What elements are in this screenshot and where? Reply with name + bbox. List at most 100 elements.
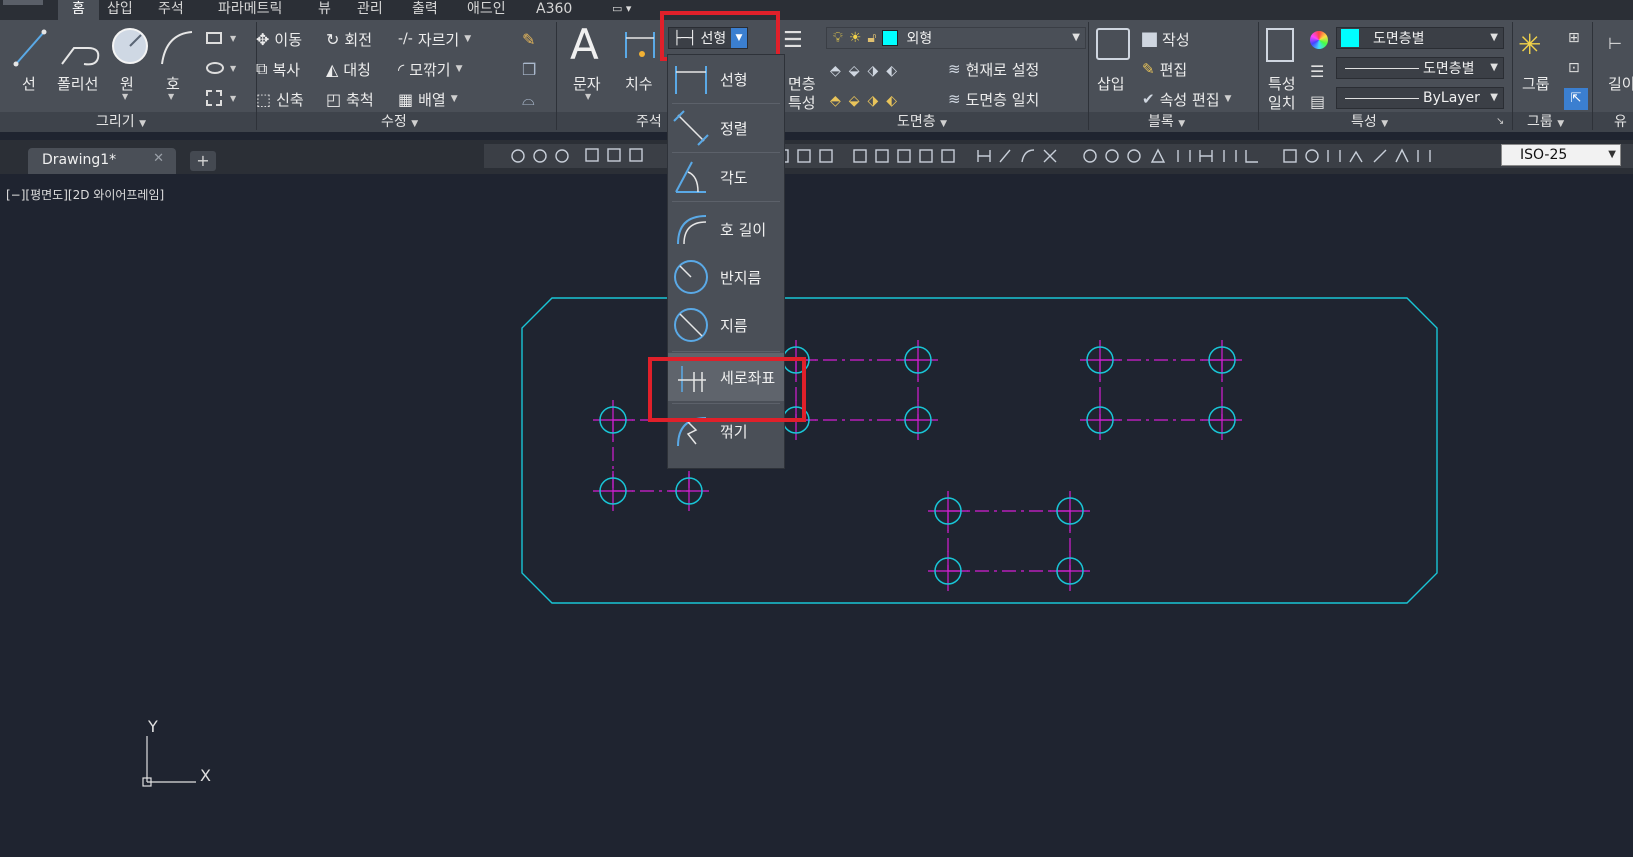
group-edit-icon[interactable]: ⊡ bbox=[1568, 60, 1580, 76]
properties-panel-title[interactable]: 특성 ▼ bbox=[1351, 112, 1388, 132]
menu-item-arc-length[interactable]: 호 길이 bbox=[668, 205, 784, 253]
edit-block-icon: ✎ bbox=[1142, 60, 1155, 78]
menu-item-angular[interactable]: 각도 bbox=[668, 153, 784, 201]
match-properties-label-2[interactable]: 일치 bbox=[1268, 92, 1296, 113]
drawing-canvas[interactable]: Y X bbox=[0, 174, 1633, 857]
measure-icon[interactable]: ⊢ bbox=[1608, 34, 1622, 53]
scale-tool[interactable]: ◰ 축척 bbox=[326, 87, 374, 111]
edit-attribute-tool[interactable]: ✔ 속성 편집 ▼ bbox=[1142, 87, 1231, 111]
menu-item-aligned[interactable]: 정렬 bbox=[668, 104, 784, 152]
dialog-launcher-icon[interactable]: ↘ bbox=[1496, 116, 1504, 127]
edit-block-tool[interactable]: ✎ 편집 bbox=[1142, 57, 1187, 81]
array-icon: ▦ bbox=[398, 89, 414, 109]
lineweight-icon[interactable]: ☰ bbox=[1310, 62, 1324, 81]
arc-tool-label[interactable]: 호 bbox=[166, 73, 180, 94]
draw-panel-title[interactable]: 그리기 ▼ bbox=[96, 112, 146, 132]
layer-properties-label-2[interactable]: 특성 bbox=[788, 92, 816, 113]
arc-icon[interactable] bbox=[156, 26, 196, 70]
boundary-icon[interactable] bbox=[206, 90, 222, 106]
dimension-tool-label[interactable]: 치수 bbox=[625, 73, 653, 94]
chevron-down-icon[interactable]: ▼ bbox=[230, 94, 236, 103]
chevron-down-icon[interactable]: ▼ bbox=[585, 92, 591, 101]
layer-tools-row1-icons[interactable]: ⬘⬙⬗⬖ bbox=[830, 63, 905, 79]
tab-home[interactable]: 홈 bbox=[58, 0, 99, 20]
layer-color-swatch bbox=[882, 30, 899, 46]
color-wheel-icon[interactable] bbox=[1310, 31, 1328, 49]
dimension-icon[interactable] bbox=[622, 28, 658, 64]
color-combo[interactable]: 도면층별 ▼ bbox=[1336, 27, 1504, 49]
erase-icon[interactable]: ✎ bbox=[522, 30, 535, 49]
menu-item-radius[interactable]: 반지름 bbox=[668, 253, 784, 301]
utilities-panel-title[interactable]: 유 bbox=[1614, 112, 1627, 132]
tab-view[interactable]: 뷰 bbox=[318, 0, 331, 20]
lineweight-combo[interactable]: ByLayer ▼ bbox=[1336, 87, 1504, 109]
group-panel-title[interactable]: 그룹 ▼ bbox=[1527, 112, 1564, 132]
chevron-down-icon[interactable]: ▼ bbox=[168, 92, 174, 101]
layer-properties-label-1[interactable]: 면층 bbox=[788, 73, 816, 94]
line-icon[interactable] bbox=[10, 26, 50, 70]
offset-icon[interactable]: ⌓ bbox=[522, 90, 535, 110]
linetype-combo[interactable]: 도면층별 ▼ bbox=[1336, 57, 1504, 79]
tab-insert[interactable]: 삽입 bbox=[107, 0, 133, 20]
circle-tool-label[interactable]: 원 bbox=[120, 73, 134, 94]
copy-tool[interactable]: ⧉ 복사 bbox=[256, 57, 300, 81]
set-current-tool[interactable]: ≋ 현재로 설정 bbox=[948, 57, 1039, 81]
tab-manage[interactable]: 관리 bbox=[357, 0, 383, 20]
chevron-down-icon[interactable]: ▼ bbox=[230, 64, 236, 73]
layer-properties-icon[interactable]: ☰ bbox=[783, 28, 803, 53]
hatch-icon[interactable] bbox=[206, 62, 224, 74]
match-layer-tool[interactable]: ≋ 도면층 일치 bbox=[948, 87, 1039, 111]
polyline-tool-label[interactable]: 폴리선 bbox=[57, 73, 98, 94]
tab-parametric[interactable]: 파라메트릭 bbox=[218, 0, 282, 20]
move-tool[interactable]: ✥ 이동 bbox=[256, 27, 302, 51]
chevron-down-icon[interactable]: ▼ bbox=[122, 92, 128, 101]
tab-output[interactable]: 출력 bbox=[412, 0, 438, 20]
fillet-tool[interactable]: ◜ 모깎기 ▼ bbox=[398, 57, 463, 81]
rotate-tool[interactable]: ↻ 회전 bbox=[326, 27, 372, 51]
insert-block-label[interactable]: 삽입 bbox=[1097, 73, 1125, 94]
layer-combo[interactable]: 💡︎ ☀ 🔓︎ 외형 ▼ bbox=[826, 27, 1086, 49]
app-menu-stub[interactable] bbox=[3, 0, 43, 5]
mirror-icon: ◭ bbox=[326, 59, 339, 79]
dim-style-combo[interactable]: ISO-25 ▼ bbox=[1501, 144, 1621, 166]
chevron-down-icon[interactable]: ▼ bbox=[230, 34, 236, 43]
annotation-panel-title[interactable]: 주석 bbox=[636, 112, 662, 132]
tab-a360[interactable]: A360 bbox=[536, 0, 572, 20]
circle-icon[interactable] bbox=[110, 26, 150, 70]
layers-panel-title[interactable]: 도면층 ▼ bbox=[897, 112, 947, 132]
match-properties-label-1[interactable]: 특성 bbox=[1268, 73, 1296, 94]
modify-panel-title[interactable]: 수정 ▼ bbox=[381, 112, 418, 132]
menu-item-linear[interactable]: 선형 bbox=[668, 55, 784, 103]
line-tool-label[interactable]: 선 bbox=[22, 73, 36, 94]
tab-annotate[interactable]: 주석 bbox=[158, 0, 184, 20]
transparency-icon[interactable]: ▤ bbox=[1310, 92, 1325, 111]
trim-tool[interactable]: -/- 자르기 ▼ bbox=[398, 27, 471, 51]
menu-item-diameter[interactable]: 지름 bbox=[668, 301, 784, 349]
array-tool[interactable]: ▦ 배열 ▼ bbox=[398, 87, 458, 111]
group-select-icon[interactable]: ⇱ bbox=[1564, 88, 1588, 110]
insert-block-icon[interactable] bbox=[1096, 28, 1130, 60]
tab-addins[interactable]: 애드인 bbox=[467, 0, 506, 20]
text-tool-label[interactable]: 문자 bbox=[573, 73, 601, 94]
layer-tools-row2-icons[interactable]: ⬘⬙⬗⬖ bbox=[830, 93, 905, 109]
more-tabs-icon[interactable]: ▭ ▾ bbox=[612, 2, 642, 16]
group-icon[interactable]: ✳ bbox=[1518, 28, 1541, 61]
polyline-icon[interactable] bbox=[58, 26, 102, 70]
ungroup-icon[interactable]: ⊞ bbox=[1568, 30, 1580, 46]
chevron-down-icon: ▼ bbox=[1490, 32, 1498, 43]
diameter-icon bbox=[674, 308, 708, 342]
measure-label[interactable]: 길이 bbox=[1608, 73, 1633, 94]
text-icon[interactable]: A bbox=[570, 20, 599, 69]
group-label[interactable]: 그룹 bbox=[1522, 73, 1550, 94]
toolbar-icons[interactable] bbox=[484, 144, 1494, 168]
new-tab-button[interactable]: + bbox=[190, 151, 216, 171]
create-block-tool[interactable]: ⬛︎ 작성 bbox=[1142, 27, 1190, 51]
block-panel-title[interactable]: 블록 ▼ bbox=[1148, 112, 1185, 132]
explode-icon[interactable]: ❒ bbox=[522, 60, 536, 79]
stretch-tool[interactable]: ⬚ 신축 bbox=[256, 87, 304, 111]
close-icon[interactable]: ✕ bbox=[153, 151, 164, 166]
rectangle-icon[interactable] bbox=[206, 32, 222, 44]
document-tab[interactable]: Drawing1* ✕ bbox=[28, 148, 176, 174]
mirror-tool[interactable]: ◭ 대칭 bbox=[326, 57, 371, 81]
match-properties-icon[interactable] bbox=[1266, 28, 1294, 62]
